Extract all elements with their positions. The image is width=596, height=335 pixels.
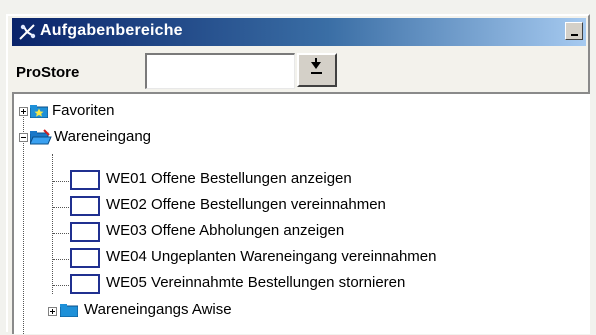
store-label: ProStore xyxy=(16,64,80,81)
tree-item-label: WE02 Offene Bestellungen vereinnahmen xyxy=(106,196,386,213)
expand-icon[interactable] xyxy=(19,107,28,116)
tree-node-favorites[interactable]: Favoriten xyxy=(14,100,574,124)
tree-node-avise[interactable]: Wareneingangs Awise xyxy=(14,299,574,323)
tree-node-label: Wareneingang xyxy=(54,128,152,145)
expand-icon[interactable] xyxy=(48,307,57,316)
favorites-folder-icon xyxy=(30,105,48,118)
task-panel: Aufgabenbereiche ProStore Favoriten Ware… xyxy=(6,14,590,334)
store-input[interactable] xyxy=(145,53,295,89)
tree-item-we03[interactable]: WE03 Offene Abholungen anzeigen xyxy=(14,220,589,244)
open-folder-icon xyxy=(30,129,52,145)
minimize-button[interactable] xyxy=(565,22,583,40)
minimize-icon xyxy=(571,34,578,36)
task-document-icon xyxy=(70,274,100,294)
tree-item-we05[interactable]: WE05 Vereinnahmte Bestellungen storniere… xyxy=(14,272,589,296)
panel-title-bar: Aufgabenbereiche xyxy=(12,18,586,46)
collapse-icon[interactable] xyxy=(19,133,28,142)
tasks-icon xyxy=(19,24,36,40)
tree-node-label: Favoriten xyxy=(52,102,115,119)
task-document-icon xyxy=(70,248,100,268)
tree-node-wareneingang[interactable]: Wareneingang xyxy=(14,126,574,150)
task-document-icon xyxy=(70,222,100,242)
panel-title: Aufgabenbereiche xyxy=(40,22,183,39)
tree-item-label: WE04 Ungeplanten Wareneingang vereinnahm… xyxy=(106,248,437,265)
task-tree[interactable]: Favoriten Wareneingang WE01 Offene Beste… xyxy=(12,92,590,334)
tree-item-label: WE03 Offene Abholungen anzeigen xyxy=(106,222,345,239)
folder-icon xyxy=(60,304,78,317)
tree-item-we01[interactable]: WE01 Offene Bestellungen anzeigen xyxy=(14,168,589,192)
tree-item-we02[interactable]: WE02 Offene Bestellungen vereinnahmen xyxy=(14,194,589,218)
task-document-icon xyxy=(70,170,100,190)
tree-item-label: WE01 Offene Bestellungen anzeigen xyxy=(106,170,352,187)
tree-item-we04[interactable]: WE04 Ungeplanten Wareneingang vereinnahm… xyxy=(14,246,589,270)
tree-node-label: Wareneingangs Awise xyxy=(84,301,232,318)
tree-item-label: WE05 Vereinnahmte Bestellungen storniere… xyxy=(106,274,406,291)
task-document-icon xyxy=(70,196,100,216)
store-dropdown-button[interactable] xyxy=(297,53,337,87)
